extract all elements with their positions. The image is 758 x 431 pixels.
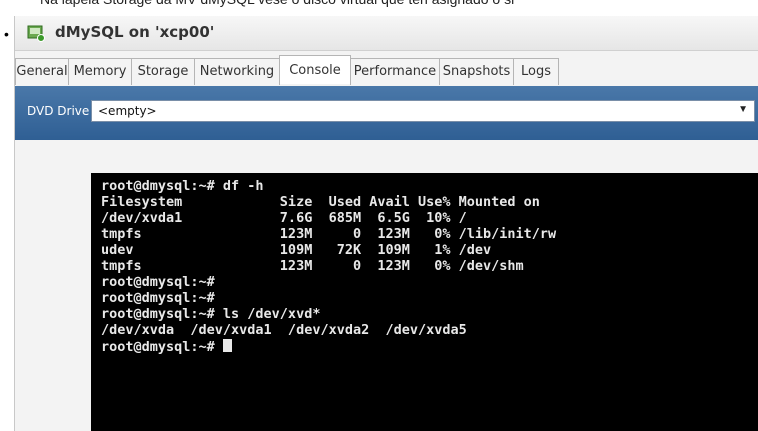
terminal-line: tmpfs 123M 0 123M 0% /lib/init/rw xyxy=(101,226,557,242)
terminal-line: udev 109M 72K 109M 1% /dev xyxy=(101,242,492,258)
terminal-line: tmpfs 123M 0 123M 0% /dev/shm xyxy=(101,258,524,274)
tab-memory[interactable]: Memory xyxy=(68,58,132,85)
terminal-prompt-line: root@dmysql:~# xyxy=(101,339,232,355)
terminal-screen[interactable]: root@dmysql:~# df -h Filesystem Size Use… xyxy=(91,173,758,431)
terminal-cursor xyxy=(222,339,232,352)
terminal-line: root@dmysql:~# xyxy=(101,274,215,290)
page-caption: Na lapela Storage da MV dMySQL vese o di… xyxy=(40,0,758,9)
tab-storage[interactable]: Storage xyxy=(131,58,195,85)
tab-bar: General Memory Storage Networking Consol… xyxy=(15,55,758,87)
terminal-line: Filesystem Size Used Avail Use% Mounted … xyxy=(101,194,540,210)
dropdown-arrow-icon: ▼ xyxy=(738,104,748,115)
list-bullet: • xyxy=(4,26,9,42)
window-titlebar: dMySQL on 'xcp00' xyxy=(15,16,758,51)
tab-snapshots[interactable]: Snapshots xyxy=(439,58,514,85)
tab-performance[interactable]: Performance xyxy=(350,58,440,85)
terminal-line: root@dmysql:~# xyxy=(101,290,215,306)
console-area: root@dmysql:~# df -h Filesystem Size Use… xyxy=(15,140,758,431)
window-title: dMySQL on 'xcp00' xyxy=(55,23,215,41)
vm-icon xyxy=(27,25,45,42)
tab-logs[interactable]: Logs xyxy=(513,58,559,85)
terminal-line: /dev/xvda /dev/xvda1 /dev/xvda2 /dev/xvd… xyxy=(101,322,467,338)
terminal-line: /dev/xvda1 7.6G 685M 6.5G 10% / xyxy=(101,210,467,226)
terminal-line: root@dmysql:~# ls /dev/xvd* xyxy=(101,306,321,322)
dvd-drive-bar: DVD Drive 1: <empty> ▼ xyxy=(15,86,758,140)
dvd-drive-value: <empty> xyxy=(98,104,157,118)
tab-networking[interactable]: Networking xyxy=(194,58,280,85)
terminal-prompt: root@dmysql:~# xyxy=(101,339,223,355)
dvd-drive-select[interactable]: <empty> ▼ xyxy=(91,100,755,122)
tab-general[interactable]: General xyxy=(15,58,69,85)
vm-window: dMySQL on 'xcp00' General Memory Storage… xyxy=(14,16,758,431)
tab-console[interactable]: Console xyxy=(279,55,351,84)
terminal-line: root@dmysql:~# df -h xyxy=(101,178,264,194)
